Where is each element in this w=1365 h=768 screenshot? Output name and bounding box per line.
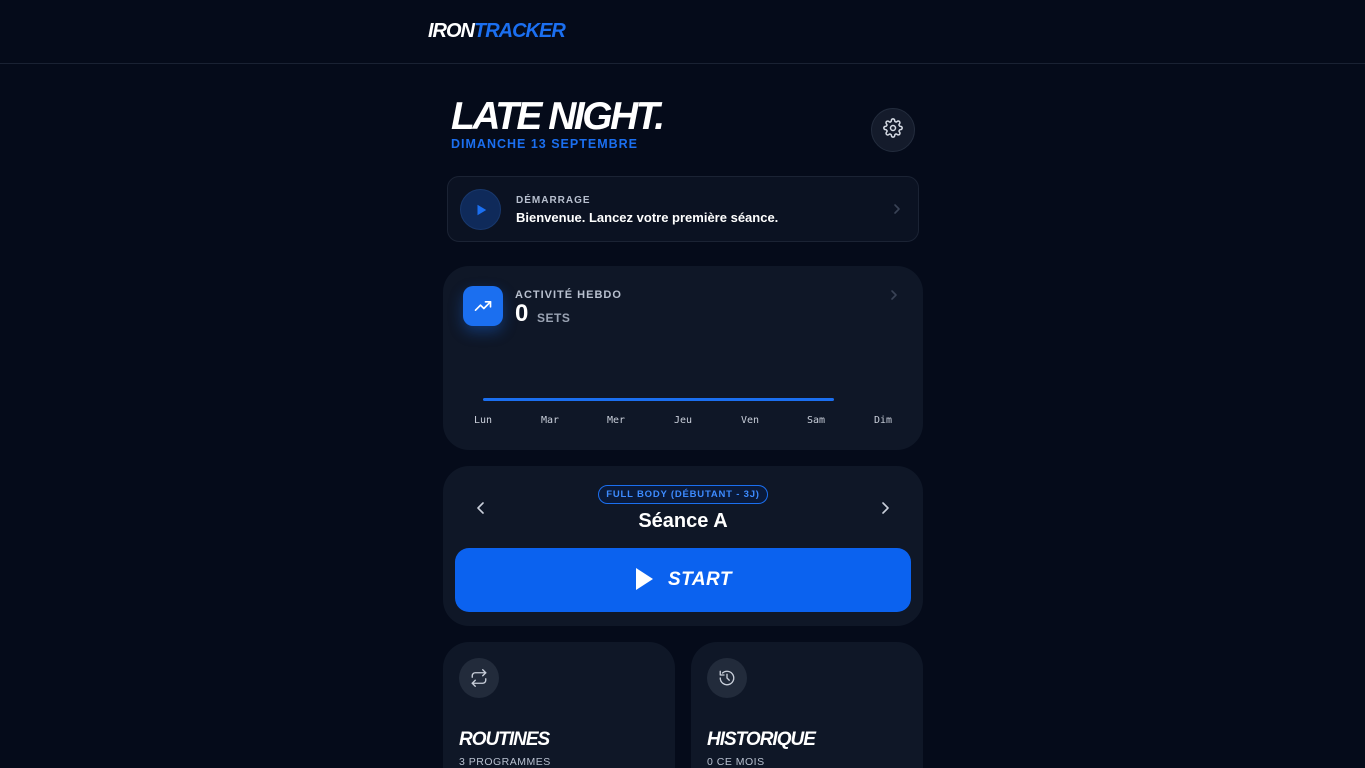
play-icon [460, 189, 501, 230]
welcome-kicker: DÉMARRAGE [516, 195, 591, 206]
activity-kicker: ACTIVITÉ HEBDO [515, 289, 622, 301]
chevron-right-icon[interactable] [877, 500, 893, 521]
session-card: FULL BODY (DÉBUTANT - 3J) Séance A START [443, 466, 923, 626]
trending-up-icon [463, 286, 503, 326]
history-title: HISTORIQUE [707, 729, 816, 750]
sets-count: 0 [515, 300, 529, 327]
day-label: Dim [873, 415, 893, 426]
program-badge: FULL BODY (DÉBUTANT - 3J) [598, 485, 768, 504]
history-tile[interactable]: HISTORIQUE 0 CE MOIS [691, 642, 923, 768]
welcome-card[interactable]: DÉMARRAGE Bienvenue. Lancez votre premiè… [447, 176, 919, 242]
session-name: Séance A [638, 510, 728, 532]
day-label: Ven [740, 415, 760, 426]
current-date: DIMANCHE 13 SEPTEMBRE [451, 137, 638, 151]
app-logo[interactable]: IRONTRACKER [428, 20, 566, 43]
day-label: Lun [473, 415, 493, 426]
day-label: Mer [606, 415, 626, 426]
day-label: Jeu [673, 415, 693, 426]
start-button[interactable]: START [455, 548, 911, 612]
repeat-icon [459, 658, 499, 698]
day-label: Mar [540, 415, 560, 426]
start-label: START [667, 569, 733, 590]
greeting-title: LATE NIGHT. [451, 95, 665, 138]
settings-button[interactable] [871, 108, 915, 152]
chevron-right-icon [889, 288, 899, 307]
logo-part-iron: IRON [428, 20, 475, 42]
chevron-right-icon [892, 202, 902, 221]
history-subtitle: 0 CE MOIS [707, 756, 765, 768]
activity-line [483, 398, 834, 401]
routines-title: ROUTINES [459, 729, 550, 750]
weekly-activity-card[interactable]: ACTIVITÉ HEBDO 0 SETS Lun Mar Mer Jeu Ve… [443, 266, 923, 450]
top-bar: IRONTRACKER [0, 0, 1365, 64]
gear-icon [883, 117, 903, 143]
logo-part-tracker: TRACKER [474, 20, 566, 42]
history-icon [707, 658, 747, 698]
routines-subtitle: 3 PROGRAMMES [459, 756, 551, 768]
routines-tile[interactable]: ROUTINES 3 PROGRAMMES [443, 642, 675, 768]
welcome-message: Bienvenue. Lancez votre première séance. [516, 210, 779, 225]
day-label: Sam [806, 415, 826, 426]
sets-unit: SETS [537, 311, 571, 325]
play-icon [634, 567, 654, 594]
